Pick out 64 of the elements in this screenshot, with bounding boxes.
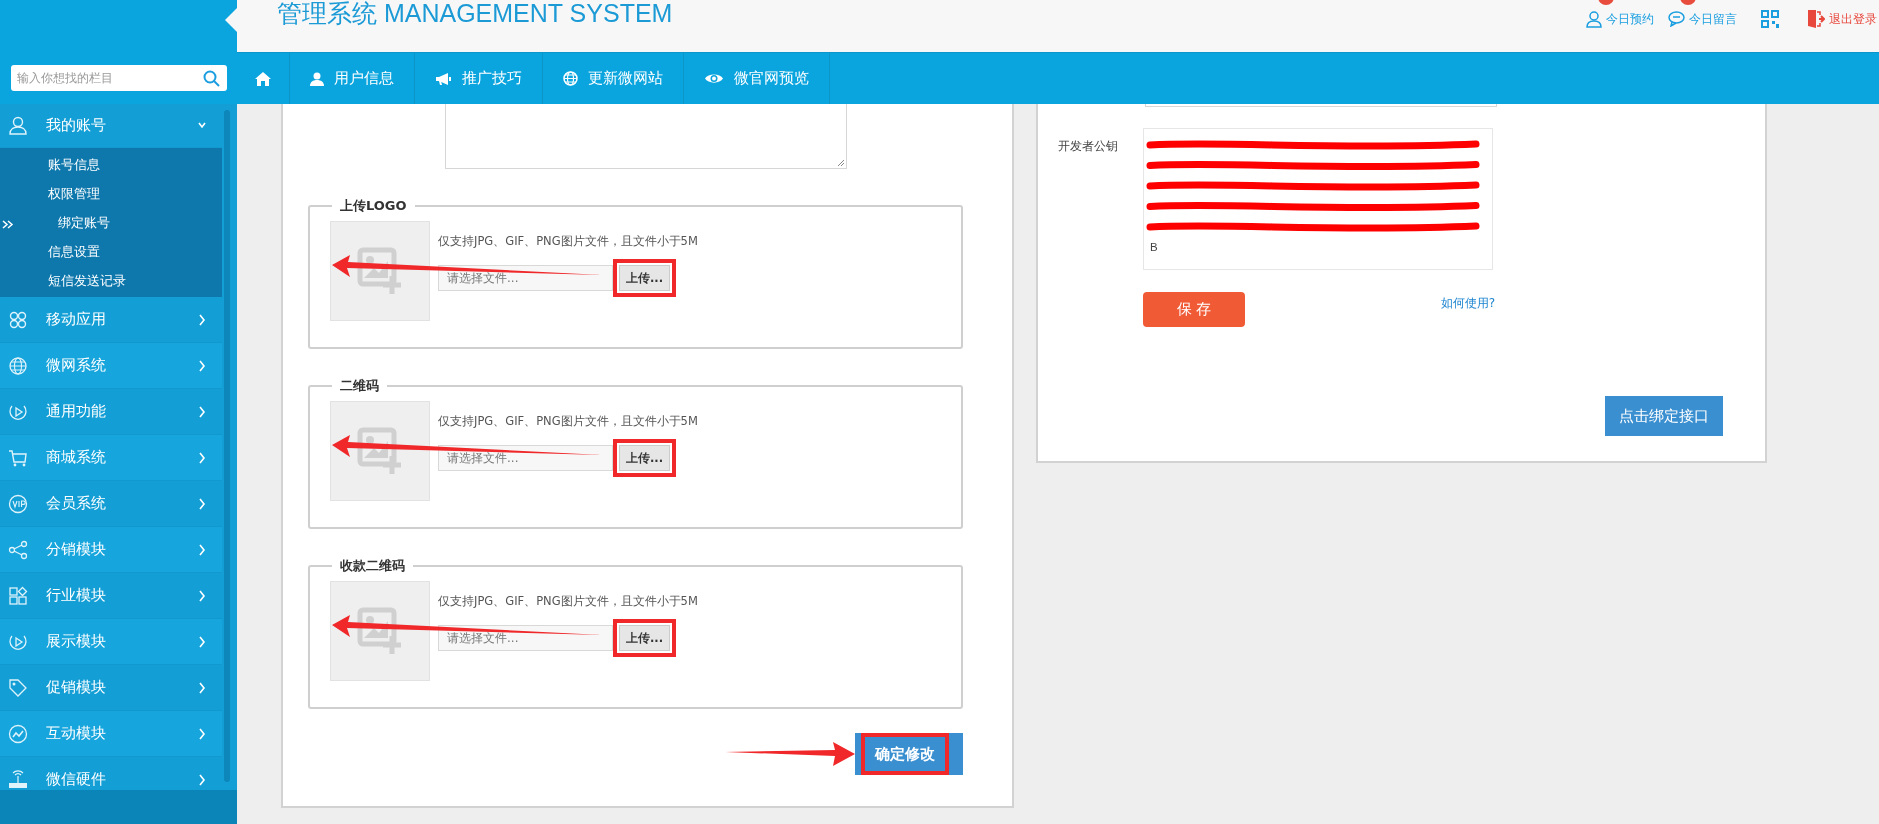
resize-grip-icon bbox=[837, 159, 845, 167]
upload-button[interactable]: 上传... bbox=[619, 265, 671, 291]
logout-link[interactable]: 退出登录 bbox=[1807, 9, 1877, 29]
megaphone-icon bbox=[435, 71, 452, 86]
submenu-item[interactable]: 绑定账号 bbox=[58, 213, 110, 232]
upload-button[interactable]: 上传... bbox=[619, 445, 671, 471]
help-link[interactable]: 如何使用? bbox=[1440, 295, 1495, 312]
user-icon bbox=[310, 71, 324, 86]
add-image-icon bbox=[356, 426, 404, 476]
section-title: 收款二维码 bbox=[339, 557, 406, 575]
input-field[interactable] bbox=[1145, 104, 1497, 107]
sidebar-item[interactable]: 微网系统 bbox=[0, 343, 222, 389]
upload-button[interactable]: 上传... bbox=[619, 625, 671, 651]
hint-text: 仅支持JPG、GIF、PNG图片文件，且文件小于5M bbox=[438, 414, 698, 429]
sidebar-item[interactable]: 展示模块 bbox=[0, 619, 222, 665]
image-placeholder[interactable] bbox=[330, 581, 430, 681]
sidebar-item[interactable]: 分销模块 bbox=[0, 527, 222, 573]
apps-icon bbox=[8, 585, 28, 606]
sidebar-item[interactable]: 互动模块 bbox=[0, 711, 222, 757]
share-icon bbox=[8, 539, 28, 560]
eye-icon bbox=[704, 72, 724, 85]
file-field[interactable]: 请选择文件... bbox=[438, 445, 613, 471]
add-image-icon bbox=[356, 606, 404, 656]
image-placeholder[interactable] bbox=[330, 221, 430, 321]
home-icon bbox=[254, 70, 272, 87]
top-link[interactable]: 今日留言 bbox=[1668, 10, 1737, 28]
submenu-item[interactable]: 短信发送记录 bbox=[48, 271, 126, 290]
file-field[interactable]: 请选择文件... bbox=[438, 625, 613, 651]
key-text-line: B bbox=[1150, 240, 1159, 255]
trend-circle-icon bbox=[8, 723, 28, 744]
search-icon[interactable] bbox=[202, 70, 220, 87]
image-placeholder[interactable] bbox=[330, 401, 430, 501]
text-area[interactable] bbox=[445, 104, 847, 169]
bind-button[interactable]: 点击绑定接口 bbox=[1605, 396, 1723, 436]
submenu-item[interactable]: 信息设置 bbox=[48, 242, 100, 261]
globe-icon bbox=[563, 71, 578, 86]
key-field[interactable]: B bbox=[1143, 128, 1493, 270]
submenu-item[interactable]: 账号信息 bbox=[48, 155, 100, 174]
top-link[interactable]: 今日预约 bbox=[1586, 10, 1654, 28]
user-icon bbox=[1586, 10, 1602, 28]
chat-bubble-icon bbox=[1668, 11, 1685, 27]
vip-icon bbox=[8, 493, 28, 514]
qr-code-icon[interactable] bbox=[1761, 10, 1779, 28]
field-label: 开发者公钥 bbox=[1058, 138, 1119, 155]
door-exit-icon bbox=[1807, 9, 1825, 29]
add-image-icon bbox=[356, 246, 404, 296]
double-chevron-icon bbox=[2, 220, 14, 229]
submenu-item[interactable]: 权限管理 bbox=[48, 184, 100, 203]
clover-icon bbox=[8, 309, 28, 330]
sidebar-item[interactable]: 商城系统 bbox=[0, 435, 222, 481]
user-icon bbox=[8, 115, 28, 136]
scrollbar[interactable] bbox=[224, 110, 230, 782]
router-icon bbox=[8, 769, 28, 790]
cart-icon bbox=[8, 447, 28, 468]
section-title: 上传LOGO bbox=[339, 197, 408, 215]
globe-icon bbox=[8, 355, 28, 376]
section-title: 二维码 bbox=[339, 377, 380, 395]
save-button[interactable]: 保 存 bbox=[1143, 292, 1245, 327]
site-title: 管理系统 MANAGEMENT SYSTEM bbox=[277, 0, 673, 29]
hint-text: 仅支持JPG、GIF、PNG图片文件，且文件小于5M bbox=[438, 234, 698, 249]
hint-text: 仅支持JPG、GIF、PNG图片文件，且文件小于5M bbox=[438, 594, 698, 609]
tag-icon bbox=[8, 677, 28, 698]
file-field[interactable]: 请选择文件... bbox=[438, 265, 613, 291]
search-field[interactable]: 输入你想找的栏目 bbox=[10, 65, 227, 91]
